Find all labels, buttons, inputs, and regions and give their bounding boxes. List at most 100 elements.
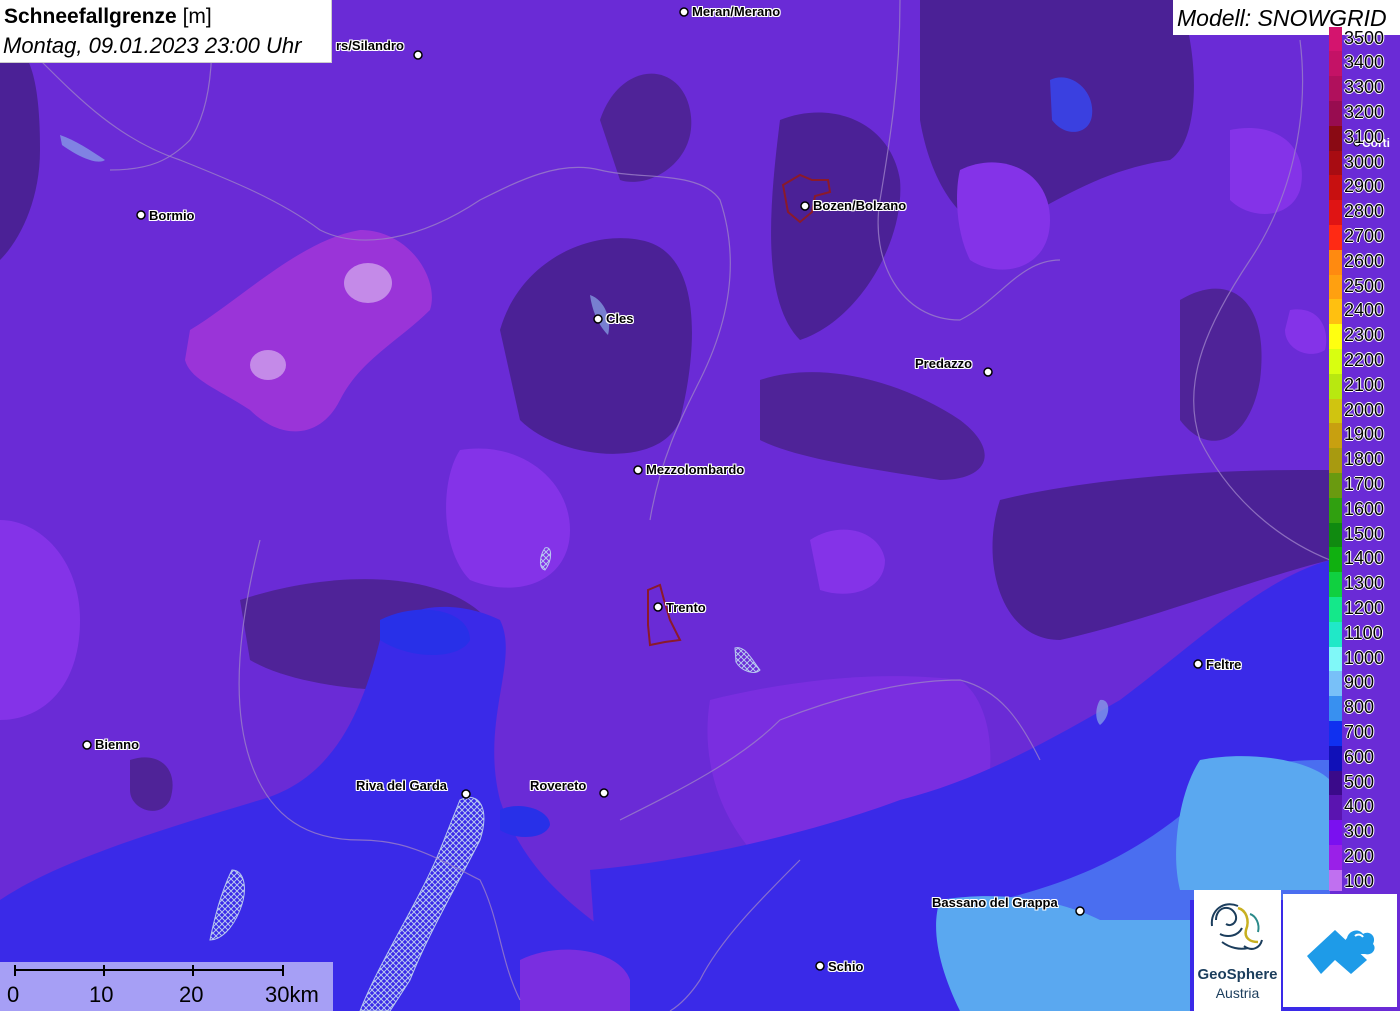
legend-swatch-1300 xyxy=(1329,572,1342,598)
legend-swatch-500 xyxy=(1329,770,1342,796)
legend-swatch-3300 xyxy=(1329,76,1342,102)
weather-app-logo[interactable] xyxy=(1283,894,1397,1007)
snowfall-map[interactable] xyxy=(0,0,1400,1011)
legend-swatch-2800 xyxy=(1329,200,1342,226)
legend-label-1800: 1800 xyxy=(1344,449,1385,470)
legend-label-3300: 3300 xyxy=(1344,77,1385,98)
city-label-mezzolombardo: Mezzolombardo xyxy=(646,462,745,477)
legend-swatch-2300 xyxy=(1329,324,1342,350)
legend-swatch-700 xyxy=(1329,720,1342,747)
city-label-predazzo: Predazzo xyxy=(915,356,973,371)
legend-label-3500: 3500 xyxy=(1344,27,1385,48)
legend-swatch-2500 xyxy=(1329,274,1342,300)
color-legend: 3500 3400 3300 3200 3100 3000 2900 2800 2700 2600… xyxy=(1329,27,1400,891)
legend-swatch-300 xyxy=(1329,820,1342,846)
legend-swatch-2600 xyxy=(1329,249,1342,275)
legend-swatch-400 xyxy=(1329,795,1342,821)
city-label-trento: Trento xyxy=(666,600,706,615)
legend-label-2500: 2500 xyxy=(1344,275,1385,296)
legend-label-1500: 1500 xyxy=(1344,523,1385,544)
city-label-bienno: Bienno xyxy=(95,737,140,752)
legend-label-3400: 3400 xyxy=(1344,52,1385,73)
scale-label-20: 20 xyxy=(179,982,204,1007)
legend-label-2300: 2300 xyxy=(1344,325,1385,346)
legend-swatch-3200 xyxy=(1329,100,1342,127)
city-label-rovereto: Rovereto xyxy=(530,778,587,793)
scale-bar: 0 10 20 30km xyxy=(0,962,333,1011)
legend-swatch-2000 xyxy=(1329,398,1342,424)
city-label-meran: Meran/Merano xyxy=(692,4,781,19)
map-title-main: Schneefallgrenze xyxy=(4,5,177,28)
legend-label-2000: 2000 xyxy=(1344,399,1385,420)
legend-label-2400: 2400 xyxy=(1344,300,1385,321)
legend-label-300: 300 xyxy=(1344,821,1375,842)
scale-label-10: 10 xyxy=(89,982,114,1007)
legend-swatch-100 xyxy=(1329,869,1342,891)
legend-swatch-1500 xyxy=(1329,522,1342,548)
legend-swatch-3000 xyxy=(1329,150,1342,176)
legend-label-2700: 2700 xyxy=(1344,225,1385,246)
legend-swatch-200 xyxy=(1329,844,1342,871)
legend-label-3200: 3200 xyxy=(1344,101,1385,122)
legend-label-200: 200 xyxy=(1344,845,1375,866)
legend-label-700: 700 xyxy=(1344,721,1375,742)
mountain-cloud-icon xyxy=(1307,930,1375,974)
legend-swatch-2100 xyxy=(1329,373,1342,399)
legend-swatch-2400 xyxy=(1329,299,1342,325)
legend-label-1100: 1100 xyxy=(1344,622,1383,643)
legend-swatch-1800 xyxy=(1329,448,1342,474)
legend-label-400: 400 xyxy=(1344,796,1375,817)
geosphere-emblem-icon xyxy=(1210,903,1263,950)
legend-label-3100: 3100 xyxy=(1344,126,1385,147)
geosphere-logo[interactable]: GeoSphere Austria xyxy=(1194,890,1281,1011)
map-title: Schneefallgrenze [m] xyxy=(4,5,212,29)
legend-swatch-1200 xyxy=(1329,596,1342,623)
city-label-cles: Cles xyxy=(606,311,634,326)
city-label-bolzano: Bozen/Bolzano xyxy=(813,198,907,213)
legend-swatch-2900 xyxy=(1329,175,1342,201)
legend-swatch-2200 xyxy=(1329,348,1342,375)
legend-label-1400: 1400 xyxy=(1344,548,1385,569)
legend-swatch-900 xyxy=(1329,671,1342,697)
legend-label-1300: 1300 xyxy=(1344,573,1385,594)
legend-label-2100: 2100 xyxy=(1344,374,1385,395)
map-title-box: Schneefallgrenze [m] Montag, 09.01.2023 … xyxy=(0,0,332,63)
legend-label-1700: 1700 xyxy=(1344,473,1385,494)
legend-label-2200: 2200 xyxy=(1344,349,1385,370)
legend-label-100: 100 xyxy=(1344,870,1375,891)
legend-label-2900: 2900 xyxy=(1344,176,1385,197)
legend-label-1900: 1900 xyxy=(1344,424,1385,445)
map-datetime: Montag, 09.01.2023 23:00 Uhr xyxy=(3,33,302,58)
legend-swatch-1100 xyxy=(1329,621,1342,647)
legend-label-500: 500 xyxy=(1344,771,1375,792)
city-label-bassano: Bassano del Grappa xyxy=(932,895,1058,910)
legend-label-3000: 3000 xyxy=(1344,151,1385,172)
legend-swatch-2700 xyxy=(1329,224,1342,251)
city-label-feltre: Feltre xyxy=(1206,657,1242,672)
scale-label-30km: 30km xyxy=(265,982,319,1007)
geosphere-logo-subtext: Austria xyxy=(1215,985,1260,1001)
legend-swatch-1400 xyxy=(1329,547,1342,573)
scale-label-0: 0 xyxy=(7,982,20,1007)
legend-swatch-800 xyxy=(1329,696,1342,722)
legend-label-2600: 2600 xyxy=(1344,250,1385,271)
legend-label-600: 600 xyxy=(1344,746,1375,767)
legend-label-1200: 1200 xyxy=(1344,597,1385,618)
legend-swatch-600 xyxy=(1329,745,1342,771)
legend-label-1600: 1600 xyxy=(1344,498,1385,519)
city-label-silandro: rs/Silandro xyxy=(336,38,404,53)
legend-swatch-3500 xyxy=(1329,27,1342,52)
city-label-schio: Schio xyxy=(828,959,864,974)
legend-swatch-3100 xyxy=(1329,125,1342,151)
legend-label-900: 900 xyxy=(1344,672,1375,693)
legend-swatch-1000 xyxy=(1329,646,1342,672)
legend-swatch-1900 xyxy=(1329,423,1342,449)
map-title-unit: [m] xyxy=(182,5,212,28)
legend-label-2800: 2800 xyxy=(1344,201,1385,222)
legend-swatch-1600 xyxy=(1329,497,1342,523)
city-label-bormio: Bormio xyxy=(149,208,195,223)
legend-swatch-3400 xyxy=(1329,51,1342,77)
legend-swatch-1700 xyxy=(1329,472,1342,499)
legend-label-1000: 1000 xyxy=(1344,647,1385,668)
geosphere-logo-text: GeoSphere xyxy=(1197,966,1278,983)
